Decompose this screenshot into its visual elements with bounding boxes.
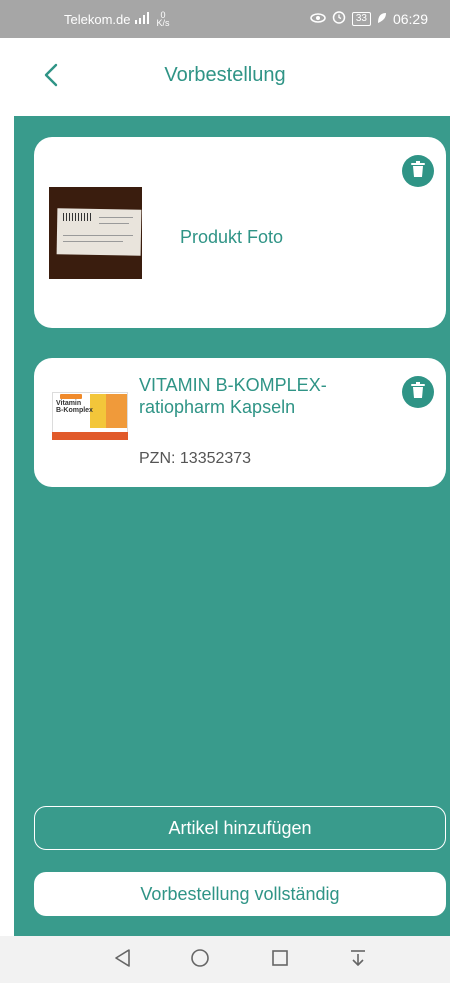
product-pzn: PZN: 13352373 — [139, 450, 252, 467]
carrier-name: Telekom.de — [64, 11, 131, 27]
circle-home-icon — [190, 948, 210, 973]
square-recents-icon — [271, 949, 289, 972]
status-bar-left: Telekom.de 0 K/s — [64, 11, 170, 28]
trash-icon — [411, 381, 425, 403]
leaf-icon — [377, 11, 387, 27]
complete-preorder-button[interactable]: Vorbestellung vollständig — [34, 872, 446, 916]
delete-button[interactable] — [402, 155, 434, 187]
network-speed: 0 K/s — [156, 11, 170, 28]
product-photo-label: Produkt Foto — [180, 227, 284, 247]
eye-icon — [310, 11, 326, 27]
product-name: VITAMIN B-KOMPLEX-ratiopharm Kapseln — [139, 375, 327, 417]
app-bar: Vorbestellung — [0, 38, 450, 116]
alarm-icon — [332, 10, 346, 27]
system-nav-bar — [0, 936, 450, 983]
list-item-product-photo[interactable]: Produkt Foto — [34, 137, 446, 328]
triangle-back-icon — [113, 948, 131, 973]
order-list-area: Produkt Foto Vitamin B-Komplex VITAMIN B-… — [14, 116, 450, 936]
delete-button[interactable] — [402, 376, 434, 408]
nav-recents-button[interactable] — [268, 948, 292, 972]
list-item-product[interactable]: Vitamin B-Komplex VITAMIN B-KOMPLEX-ratio… — [34, 358, 446, 487]
status-bar: Telekom.de 0 K/s 33 06:29 — [0, 0, 450, 38]
trash-icon — [411, 160, 425, 182]
page-title: Vorbestellung — [164, 64, 286, 86]
pull-down-icon — [349, 948, 367, 973]
status-bar-right: 33 06:29 — [310, 10, 428, 27]
nav-home-button[interactable] — [188, 948, 212, 972]
signal-icon — [134, 11, 152, 27]
product-image: Vitamin B-Komplex — [48, 386, 133, 446]
battery-indicator: 33 — [351, 11, 371, 26]
network-speed-unit: K/s — [156, 18, 170, 28]
nav-back-button[interactable] — [110, 948, 134, 972]
add-item-button[interactable]: Artikel hinzufügen — [34, 806, 446, 850]
product-photo-thumbnail — [49, 187, 142, 279]
nav-notifications-button[interactable] — [346, 948, 370, 972]
clock-time: 06:29 — [392, 10, 428, 27]
